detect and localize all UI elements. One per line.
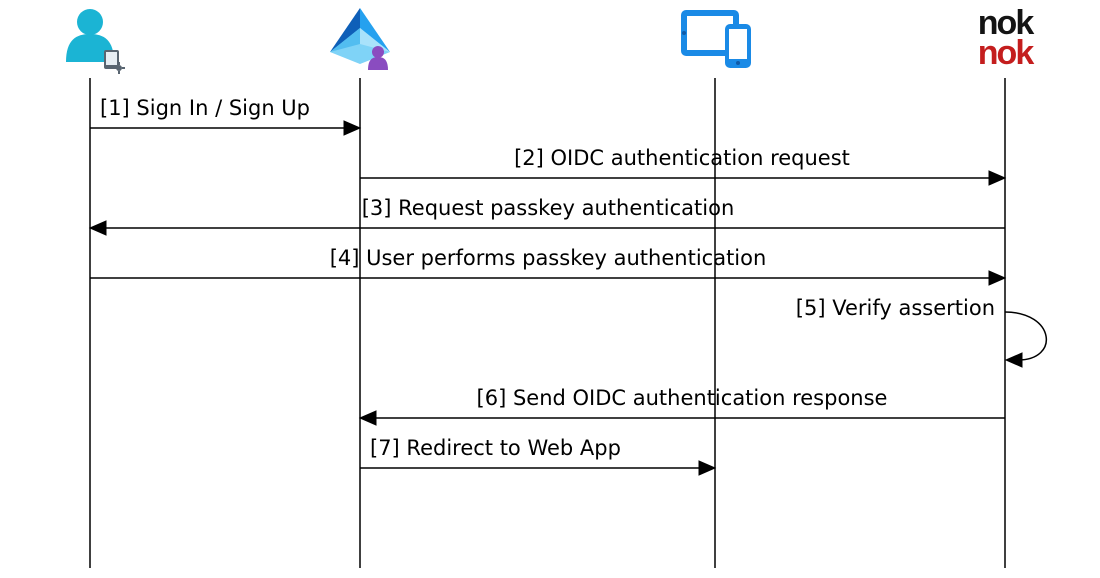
message-6-label: [6] Send OIDC authentication response: [477, 386, 888, 410]
message-1: [1] Sign In / Sign Up: [90, 96, 360, 135]
message-5-label: [5] Verify assertion: [796, 296, 995, 320]
message-1-label: [1] Sign In / Sign Up: [100, 96, 310, 120]
sequence-diagram: nok nok [1] Sign In / Sign Up [2] OIDC a…: [0, 0, 1100, 578]
participant-device-icon: [681, 10, 751, 68]
message-2-label: [2] OIDC authentication request: [514, 146, 850, 170]
message-2: [2] OIDC authentication request: [360, 146, 1005, 185]
message-4-label: [4] User performs passkey authentication: [330, 246, 767, 270]
message-5: [5] Verify assertion: [796, 296, 1047, 367]
svg-text:nok: nok: [978, 34, 1035, 72]
participant-user-icon: [66, 9, 125, 74]
participant-noknok-icon: nok nok: [978, 4, 1035, 72]
message-3-label: [3] Request passkey authentication: [362, 196, 735, 220]
participant-idp-icon: [330, 8, 390, 70]
message-3: [3] Request passkey authentication: [90, 196, 1005, 235]
message-7-label: [7] Redirect to Web App: [370, 436, 621, 460]
message-4: [4] User performs passkey authentication: [90, 246, 1005, 285]
message-6: [6] Send OIDC authentication response: [360, 386, 1005, 425]
message-7: [7] Redirect to Web App: [360, 436, 715, 475]
